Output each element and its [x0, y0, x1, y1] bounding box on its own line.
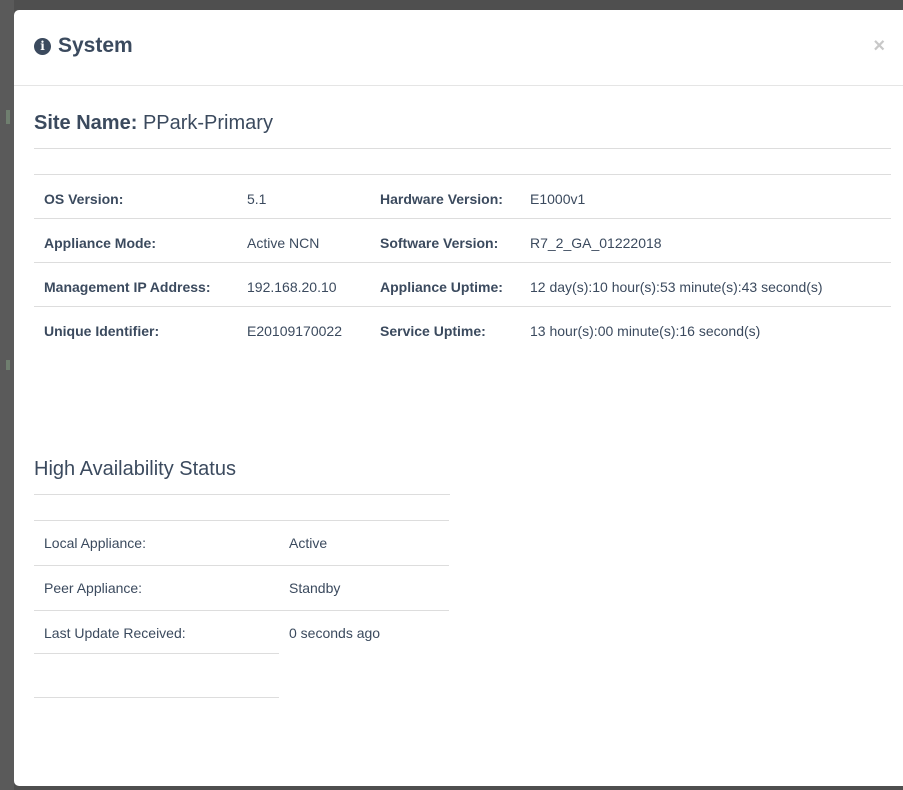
local-appliance-value: Active [279, 520, 449, 566]
os-version-value: 5.1 [237, 174, 370, 219]
unique-identifier-label: Unique Identifier: [34, 306, 237, 350]
site-name-value: PPark-Primary [142, 112, 273, 134]
appliance-uptime-value: 12 day(s):10 hour(s):53 minute(s):43 sec… [520, 262, 891, 307]
appliance-mode-value: Active NCN [237, 218, 370, 263]
table-row: Last Update Received: 0 seconds ago [34, 610, 449, 655]
table-row: OS Version: 5.1 Hardware Version: E1000v… [34, 174, 891, 219]
system-info-table: OS Version: 5.1 Hardware Version: E1000v… [34, 174, 891, 350]
service-uptime-label: Service Uptime: [370, 306, 520, 350]
peer-appliance-value: Standby [279, 565, 449, 611]
background-page-edge [0, 0, 14, 790]
site-name-label: Site Name: [34, 112, 138, 134]
appliance-mode-label: Appliance Mode: [34, 218, 237, 263]
software-version-value: R7_2_GA_01222018 [520, 218, 891, 263]
system-modal: i System × Site Name: PPark-Primary OS V… [14, 10, 903, 786]
software-version-label: Software Version: [370, 218, 520, 263]
local-appliance-label: Local Appliance: [34, 520, 279, 566]
background-mark [6, 360, 10, 370]
divider [34, 653, 279, 654]
management-ip-label: Management IP Address: [34, 262, 237, 307]
background-mark [6, 110, 10, 124]
high-availability-title: High Availability Status [34, 458, 236, 480]
table-row: Unique Identifier: E20109170022 Service … [34, 306, 891, 350]
peer-appliance-label: Peer Appliance: [34, 565, 279, 611]
hardware-version-label: Hardware Version: [370, 174, 520, 219]
management-ip-value: 192.168.20.10 [237, 262, 370, 307]
divider [34, 494, 450, 495]
close-button[interactable]: × [873, 36, 885, 56]
modal-title: i System [34, 34, 133, 58]
site-name: Site Name: PPark-Primary [34, 112, 273, 135]
table-row: Management IP Address: 192.168.20.10 App… [34, 262, 891, 307]
modal-title-text: System [58, 34, 133, 57]
last-update-value: 0 seconds ago [279, 610, 449, 655]
table-row: Peer Appliance: Standby [34, 565, 449, 611]
table-row: Appliance Mode: Active NCN Software Vers… [34, 218, 891, 263]
service-uptime-value: 13 hour(s):00 minute(s):16 second(s) [520, 306, 891, 350]
high-availability-table: Local Appliance: Active Peer Appliance: … [34, 520, 449, 655]
os-version-label: OS Version: [34, 174, 237, 219]
hardware-version-value: E1000v1 [520, 174, 891, 219]
info-circle-icon: i [34, 37, 51, 55]
unique-identifier-value: E20109170022 [237, 306, 370, 350]
modal-header: i System × [14, 10, 903, 86]
divider [34, 697, 279, 698]
divider [34, 148, 891, 149]
last-update-label: Last Update Received: [34, 610, 279, 655]
table-row: Local Appliance: Active [34, 520, 449, 566]
appliance-uptime-label: Appliance Uptime: [370, 262, 520, 307]
